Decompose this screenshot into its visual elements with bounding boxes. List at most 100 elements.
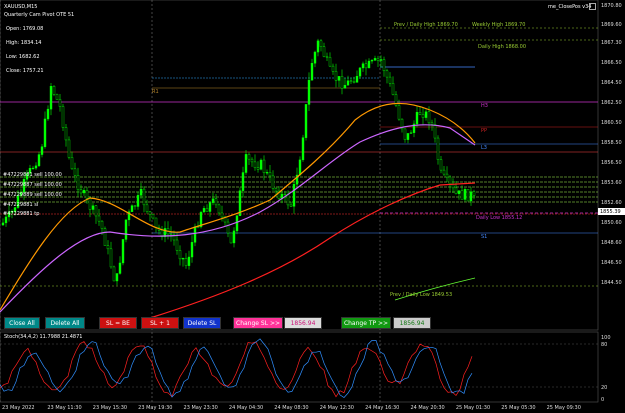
candle-body [292, 183, 296, 207]
candle-body [151, 214, 155, 219]
candle-body [79, 189, 83, 194]
order-label-2[interactable]: #47229887 sell 100.00 [3, 182, 62, 188]
candle-body [346, 80, 350, 86]
candle-body [94, 205, 98, 217]
candle-body [307, 79, 311, 105]
stoch-label: Stoch(34,4,2) 11.7988 21.4871 [4, 334, 83, 340]
change-tp-button[interactable]: Change TP >> [341, 317, 391, 329]
candle-body [460, 190, 464, 200]
candle-body [340, 76, 344, 89]
candle-body [106, 245, 110, 250]
candle-body [391, 83, 395, 95]
candle-body [358, 67, 362, 77]
candle-body [409, 132, 413, 134]
candle-body [286, 194, 290, 206]
candle-body [64, 127, 68, 141]
delete-sl-button[interactable]: Delete SL [183, 317, 221, 329]
candle-body [100, 220, 104, 229]
h3-label: H3 [481, 103, 488, 109]
price-tick: 1864.50 [601, 80, 622, 86]
candle-body [190, 242, 194, 258]
time-tick: 25 May 05:30 [501, 405, 536, 411]
candle-body [259, 159, 263, 170]
candle-body [178, 250, 182, 260]
candle-body [220, 212, 224, 218]
price-tick: 1852.60 [601, 200, 622, 206]
time-tick: 23 May 23:30 [183, 405, 218, 411]
candle-body [244, 154, 248, 173]
candle-body [217, 204, 221, 214]
tp-value-input[interactable]: 1856.94 [393, 317, 431, 329]
order-tp-label[interactable]: #47229881 tp [3, 211, 39, 217]
candle-body [61, 106, 65, 128]
candle-body [301, 137, 305, 161]
candle-body [442, 169, 446, 175]
candle-body [37, 154, 41, 167]
sl-be-button[interactable]: SL = BE [99, 317, 137, 329]
candle-body [343, 84, 347, 89]
ea-label: me_ClosePos v34 [548, 4, 592, 10]
candle-body [136, 195, 140, 207]
candle-body [439, 159, 443, 171]
candle-body [121, 239, 125, 264]
time-tick: 23 May 15:30 [92, 405, 128, 411]
symbol-label: XAUUSD,M15 [4, 4, 38, 10]
candle-body [445, 173, 449, 178]
candle-body [169, 233, 173, 235]
candle-body [130, 205, 134, 212]
candle-body [250, 158, 254, 163]
stoch-axis-100: 100 [601, 335, 611, 341]
candle-body [469, 191, 473, 202]
pp-label: PP [481, 128, 488, 134]
candle-body [46, 108, 50, 120]
candle-body [316, 40, 320, 53]
candle-body [328, 57, 332, 67]
candle-body [298, 159, 302, 176]
candle-body [202, 208, 206, 213]
candle-body [430, 122, 434, 125]
price-tick: 1853.60 [601, 180, 622, 186]
candle-body [466, 189, 470, 202]
delete-all-button[interactable]: Delete All [45, 317, 85, 329]
candle-body [97, 215, 101, 222]
sl-plus1-button[interactable]: SL + 1 [141, 317, 179, 329]
ea-smiley-icon[interactable] [589, 3, 596, 10]
candle-body [55, 94, 59, 100]
order-label-3[interactable]: #47229889 sell 100.00 [3, 192, 62, 198]
candle-body [361, 63, 365, 69]
candle-body [457, 190, 461, 194]
candle-body [139, 188, 143, 196]
time-tick: 24 May 08:30 [274, 405, 309, 411]
price-tick: 1866.50 [601, 60, 622, 66]
change-sl-button[interactable]: Change SL >> [233, 317, 283, 329]
candle-body [4, 216, 8, 224]
candle-body [421, 114, 425, 118]
candle-body [184, 258, 188, 266]
candle-body [334, 71, 338, 81]
candle-body [67, 139, 71, 158]
order-label-1[interactable]: #47229881 sell 100.00 [3, 172, 62, 178]
candle-body [379, 59, 383, 61]
price-tick: 1870.80 [601, 3, 622, 9]
time-tick: 23 May 2022 [2, 405, 35, 411]
open-value: Open: 1769.08 [4, 26, 46, 32]
candle-body [382, 59, 386, 72]
close-all-button[interactable]: Close All [4, 317, 40, 329]
candle-body [205, 208, 209, 212]
candle-body [145, 204, 149, 212]
candle-body [283, 193, 287, 196]
candle-body [337, 76, 341, 81]
candle-body [424, 111, 428, 118]
sl-value-input[interactable]: 1856.94 [284, 317, 322, 329]
stoch-axis-0: 0 [601, 397, 605, 403]
order-sl-label[interactable]: #47229881 sl [3, 202, 38, 208]
price-tick: 1867.30 [601, 40, 622, 46]
candle-body [418, 112, 422, 115]
candle-body [370, 60, 374, 62]
prev-daily-low-label: Prev / Daily Low 1849.53 [390, 292, 453, 298]
price-chart[interactable] [0, 0, 625, 413]
r1-label: R1 [152, 89, 159, 95]
time-tick: 24 May 20:30 [410, 405, 445, 411]
price-tick: 1869.60 [601, 22, 622, 28]
candle-body [427, 111, 431, 124]
